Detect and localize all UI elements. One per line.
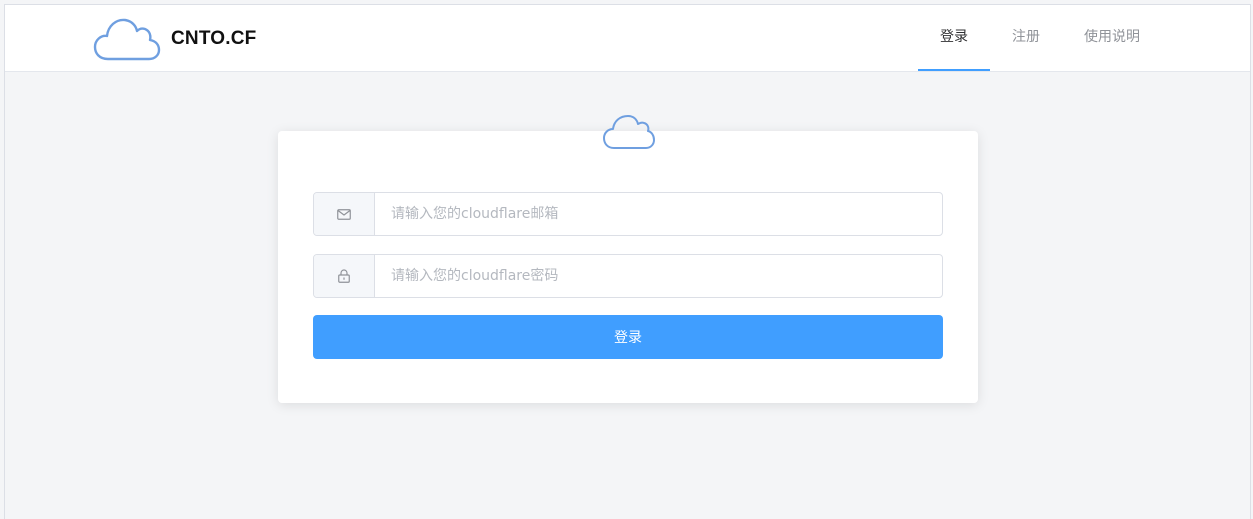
nav-register-label: 注册 (1012, 29, 1040, 45)
cloud-icon (93, 18, 161, 61)
password-input[interactable] (375, 255, 942, 297)
main-nav: 登录 注册 使用说明 (918, 5, 1162, 71)
password-prepend (314, 255, 375, 297)
email-field-group (313, 192, 943, 236)
nav-register[interactable]: 注册 (990, 5, 1062, 71)
login-button[interactable]: 登录 (313, 315, 943, 359)
nav-usage-guide[interactable]: 使用说明 (1062, 5, 1162, 71)
email-input[interactable] (375, 193, 942, 235)
app-frame: CNTO.CF 登录 注册 使用说明 请输入您的cloudflare邮箱 登录 (4, 4, 1251, 519)
password-field-group (313, 254, 943, 298)
nav-usage-guide-label: 使用说明 (1084, 29, 1140, 45)
mail-icon (337, 208, 351, 220)
nav-login-label: 登录 (940, 29, 968, 45)
top-navbar: CNTO.CF 登录 注册 使用说明 (5, 5, 1250, 72)
nav-login[interactable]: 登录 (918, 5, 990, 71)
email-prepend (314, 193, 375, 235)
brand[interactable]: CNTO.CF (93, 16, 257, 62)
lock-icon (338, 269, 350, 283)
brand-name: CNTO.CF (171, 28, 257, 49)
login-card: 登录 (278, 115, 978, 403)
cloud-icon (603, 115, 655, 149)
